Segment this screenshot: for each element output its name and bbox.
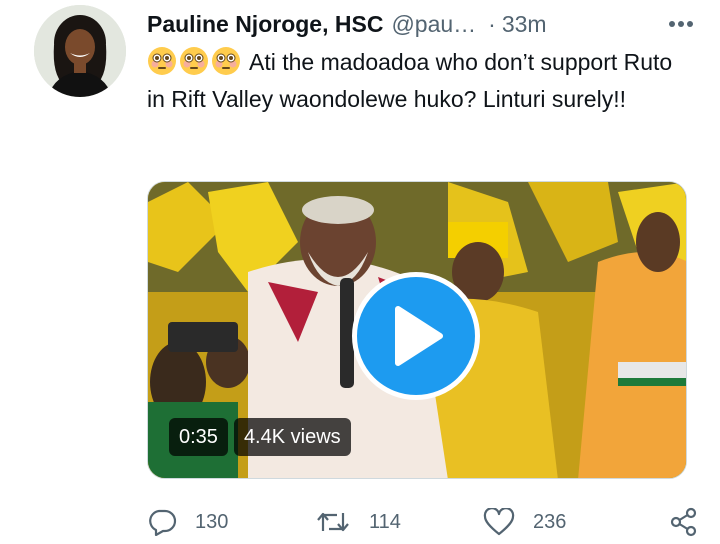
retweet-count: 114 [369,510,401,533]
retweet-button[interactable]: 114 [315,509,483,535]
flushed-face-icon [212,47,240,75]
reply-count: 130 [195,510,229,533]
share-icon [670,507,697,537]
play-icon [395,306,443,366]
reply-button[interactable]: 130 [147,508,315,536]
tweet-text: Ati the madoadoa who don’t support Ruto … [147,44,692,118]
user-handle[interactable]: @pau… [391,11,476,38]
share-button[interactable] [669,507,699,537]
timestamp[interactable]: 33m [502,11,547,38]
video-views: 4.4K views [233,418,351,456]
flushed-face-icon [180,47,208,75]
like-count: 236 [533,510,567,533]
separator-dot: · [488,10,496,37]
heart-icon [483,508,515,536]
tweet-header: Pauline Njoroge, HSC @pau… · 33m [147,6,702,42]
profile-photo [34,5,126,97]
reply-icon [149,509,177,536]
like-button[interactable]: 236 [483,508,669,536]
action-bar: 130 114 236 [147,500,707,544]
retweet-icon [317,512,349,532]
play-button[interactable] [352,272,480,400]
video-meta: 0:35 4.4K views [169,418,351,456]
more-icon [669,21,693,27]
video-player[interactable]: 0:35 4.4K views [147,181,687,479]
video-duration: 0:35 [169,418,228,456]
display-name[interactable]: Pauline Njoroge, HSC [147,11,383,38]
flushed-face-icon [148,47,176,75]
avatar[interactable] [34,5,126,97]
emoji-group [147,46,241,76]
more-options-button[interactable] [664,10,698,38]
